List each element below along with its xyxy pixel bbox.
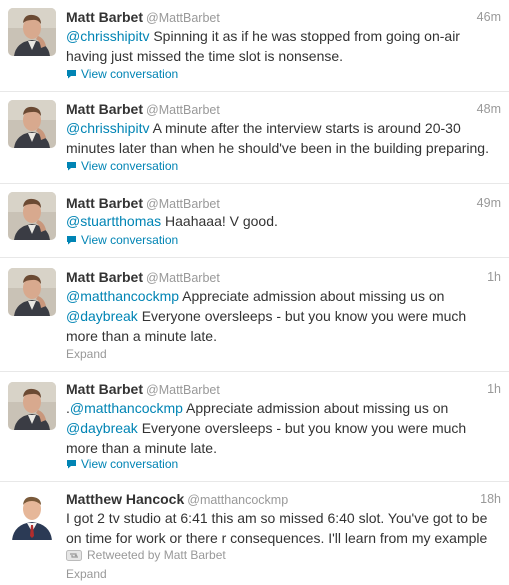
avatar[interactable] bbox=[8, 492, 56, 540]
author-name[interactable]: Matthew Hancock bbox=[66, 491, 184, 507]
tweet-item[interactable]: Matt Barbet @MattBarbet 1h @matthancockmp… bbox=[0, 258, 509, 372]
avatar[interactable] bbox=[8, 382, 56, 430]
tweet-timestamp[interactable]: 48m bbox=[477, 100, 501, 118]
author-name[interactable]: Matt Barbet bbox=[66, 101, 143, 117]
conversation-bubble-icon bbox=[67, 162, 76, 171]
tweet-item[interactable]: Matt Barbet @MattBarbet 49m @stuartthomas… bbox=[0, 184, 509, 258]
tweet-timestamp[interactable]: 1h bbox=[487, 380, 501, 398]
avatar[interactable] bbox=[8, 268, 56, 316]
author-handle[interactable]: @MattBarbet bbox=[146, 103, 220, 117]
conversation-bubble-icon bbox=[67, 236, 76, 245]
tweet-text: .@matthancockmp Appreciate admission abo… bbox=[66, 400, 467, 456]
avatar[interactable] bbox=[8, 192, 56, 240]
author-handle[interactable]: @MattBarbet bbox=[146, 383, 220, 397]
view-conversation-link[interactable]: View conversation bbox=[66, 66, 178, 82]
mention-link[interactable]: @daybreak bbox=[66, 308, 138, 324]
mention-link[interactable]: @matthancockmp bbox=[66, 288, 179, 304]
author-name[interactable]: Matt Barbet bbox=[66, 195, 143, 211]
retweet-icon bbox=[66, 549, 82, 561]
tweet-text: @chrisshipitv A minute after the intervi… bbox=[66, 120, 489, 156]
author-handle[interactable]: @MattBarbet bbox=[146, 11, 220, 25]
expand-link[interactable]: Expand bbox=[66, 566, 107, 582]
view-conversation-link[interactable]: View conversation bbox=[66, 232, 178, 248]
tweet-text: I got 2 tv studio at 6:41 this am so mis… bbox=[66, 510, 488, 546]
tweet-text: @chrisshipitv Spinning it as if he was s… bbox=[66, 28, 460, 64]
mention-link[interactable]: @stuartthomas bbox=[66, 213, 161, 229]
tweet-item[interactable]: Matt Barbet @MattBarbet 46m @chrisshipitv… bbox=[0, 0, 509, 92]
view-conversation-link[interactable]: View conversation bbox=[66, 456, 178, 472]
expand-link[interactable]: Expand bbox=[66, 346, 107, 362]
mention-link[interactable]: @daybreak bbox=[66, 420, 138, 436]
author-handle[interactable]: @MattBarbet bbox=[146, 271, 220, 285]
tweet-item[interactable]: Matt Barbet @MattBarbet 1h .@matthancockm… bbox=[0, 372, 509, 482]
author-name[interactable]: Matt Barbet bbox=[66, 381, 143, 397]
author-name[interactable]: Matt Barbet bbox=[66, 269, 143, 285]
tweet-timestamp[interactable]: 49m bbox=[477, 194, 501, 212]
tweet-timestamp[interactable]: 1h bbox=[487, 268, 501, 286]
retweeted-by-label[interactable]: Retweeted by Matt Barbet bbox=[87, 547, 226, 563]
avatar[interactable] bbox=[8, 8, 56, 56]
conversation-bubble-icon bbox=[67, 460, 76, 469]
tweet-timestamp[interactable]: 18h bbox=[480, 490, 501, 508]
mention-link[interactable]: @matthancockmp bbox=[70, 400, 183, 416]
conversation-bubble-icon bbox=[67, 70, 76, 79]
tweet-text: @matthancockmp Appreciate admission abou… bbox=[66, 288, 467, 344]
author-handle[interactable]: @matthancockmp bbox=[187, 493, 288, 507]
author-handle[interactable]: @MattBarbet bbox=[146, 197, 220, 211]
view-conversation-link[interactable]: View conversation bbox=[66, 158, 178, 174]
tweet-item[interactable]: Matt Barbet @MattBarbet 48m @chrisshipitv… bbox=[0, 92, 509, 184]
tweet-text: @stuartthomas Haahaaa! V good. bbox=[66, 213, 278, 229]
author-name[interactable]: Matt Barbet bbox=[66, 9, 143, 25]
avatar[interactable] bbox=[8, 100, 56, 148]
tweet-timestamp[interactable]: 46m bbox=[477, 8, 501, 26]
mention-link[interactable]: @chrisshipitv bbox=[66, 120, 149, 136]
tweet-item[interactable]: Matthew Hancock @matthancockmp 18h I got … bbox=[0, 482, 509, 585]
retweet-context: Retweeted by Matt Barbet bbox=[66, 547, 226, 563]
mention-link[interactable]: @chrisshipitv bbox=[66, 28, 149, 44]
